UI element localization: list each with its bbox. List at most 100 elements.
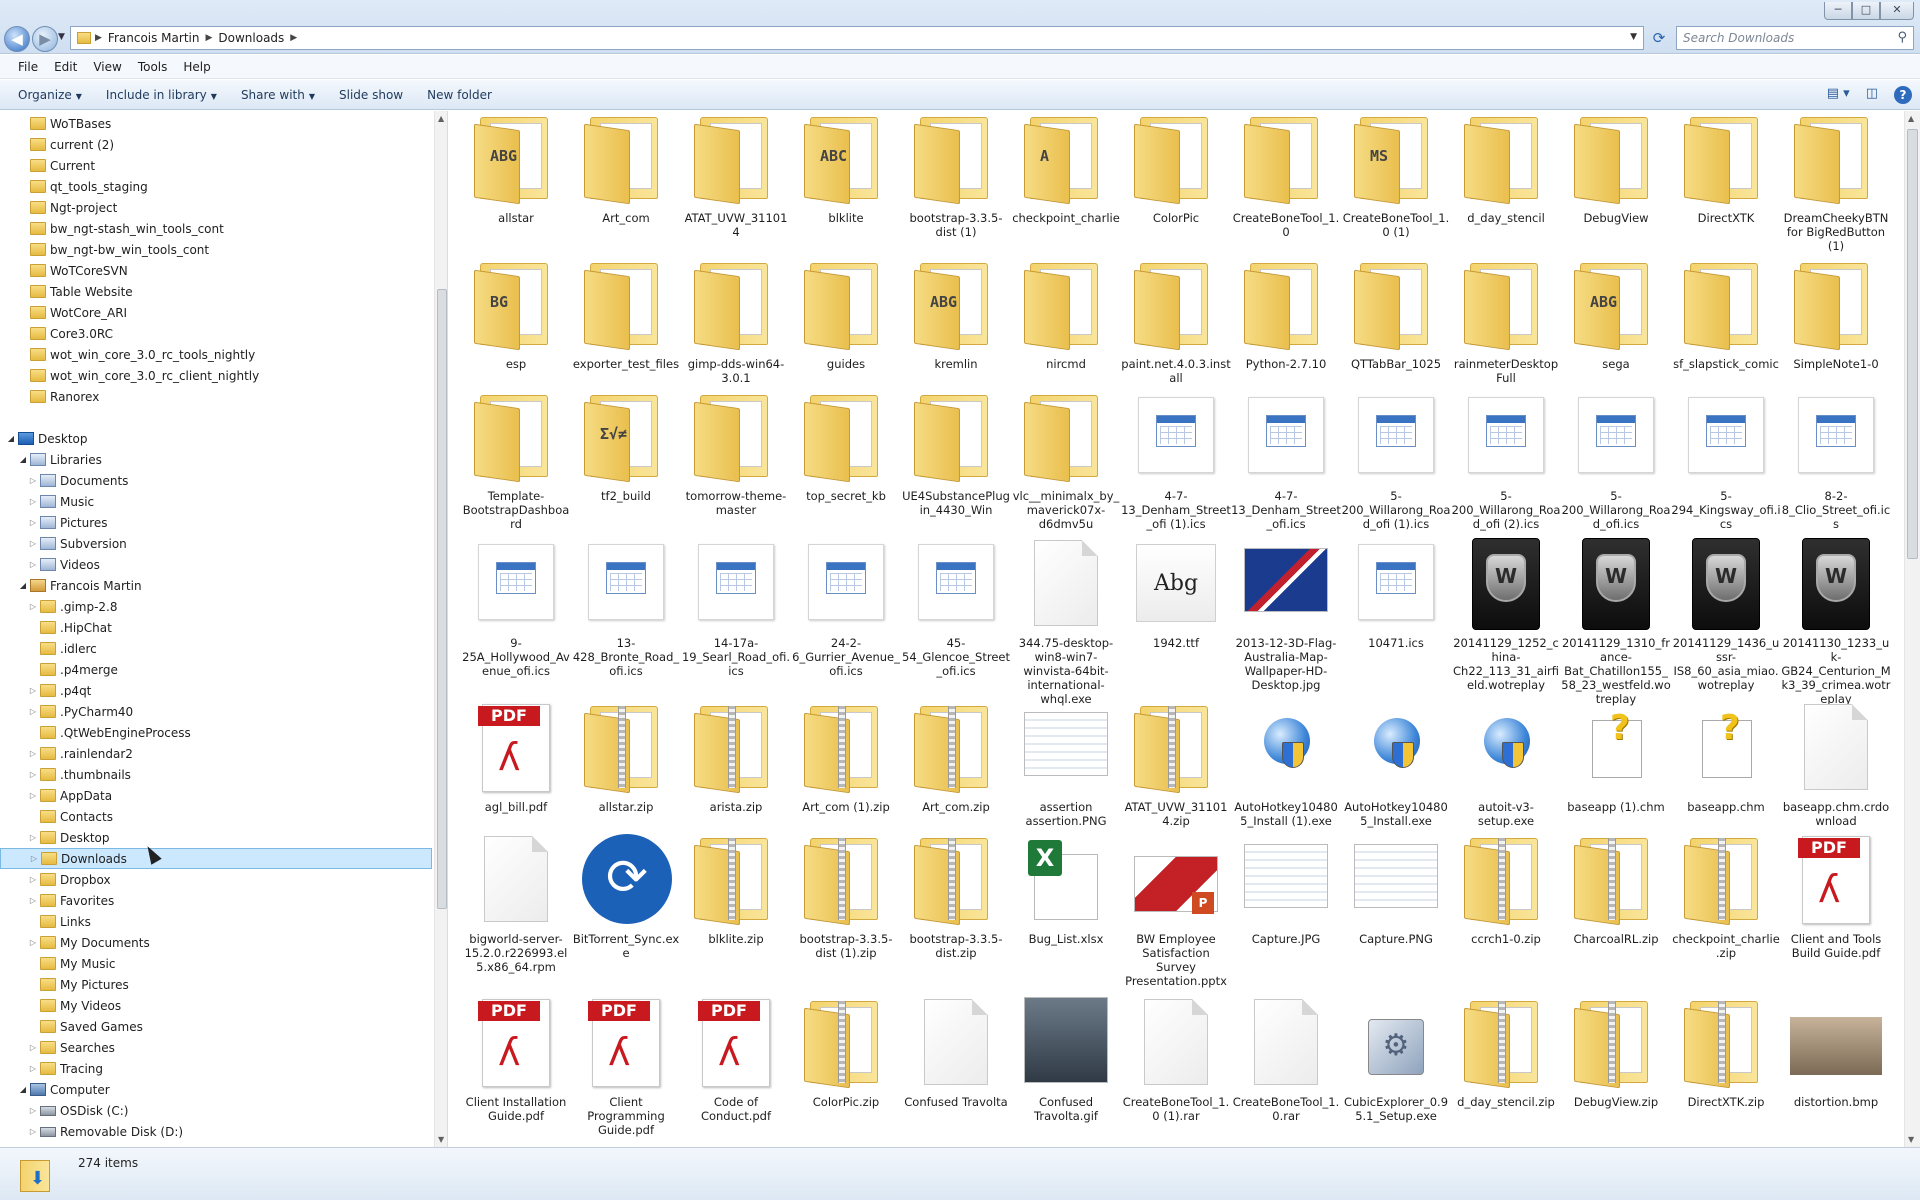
file-item[interactable]: 2013-12-3D-Flag-Australia-Map-Wallpaper-…: [1231, 538, 1341, 692]
expand-arrow-icon[interactable]: ▷: [28, 875, 38, 884]
share-with-button[interactable]: Share with ▼: [241, 88, 315, 102]
file-item[interactable]: MS CreateBoneTool_1.0 (1): [1341, 113, 1451, 239]
nav-item-qt-tools-staging[interactable]: qt_tools_staging: [0, 176, 432, 197]
file-item[interactable]: Python-2.7.10: [1231, 259, 1341, 371]
file-item[interactable]: ? baseapp (1).chm: [1561, 702, 1671, 814]
file-item[interactable]: Capture.PNG: [1341, 834, 1451, 946]
file-item[interactable]: P BW Employee Satisfaction Survey Present…: [1121, 834, 1231, 988]
file-item[interactable]: CreateBoneTool_1.0 (1).rar: [1121, 997, 1231, 1123]
nav-item-favorites[interactable]: ▷ Favorites: [0, 890, 432, 911]
maximize-button[interactable]: □: [1852, 2, 1880, 20]
nav-item-my-videos[interactable]: My Videos: [0, 995, 432, 1016]
search-input[interactable]: Search Downloads ⚲: [1676, 26, 1914, 50]
file-item[interactable]: UE4SubstancePlugin_4430_Win: [901, 391, 1011, 517]
nav-item-idlerc[interactable]: .idlerc: [0, 638, 432, 659]
file-item[interactable]: SimpleNote1-0: [1781, 259, 1891, 371]
file-item[interactable]: 5-200_Willarong_Road_ofi (2).ics: [1451, 391, 1561, 531]
file-item[interactable]: guides: [791, 259, 901, 371]
nav-item-music[interactable]: ▷ Music: [0, 491, 432, 512]
file-item[interactable]: ʎ PDF Client Installation Guide.pdf: [461, 997, 571, 1123]
file-item[interactable]: ʎ PDF Client Programming Guide.pdf: [571, 997, 681, 1137]
breadcrumb-separator-icon[interactable]: ▶: [290, 33, 297, 43]
file-item[interactable]: DirectXTK.zip: [1671, 997, 1781, 1109]
file-item[interactable]: 20141129_1252_china-Ch22_113_31_airfield…: [1451, 538, 1561, 692]
breadcrumb-separator-icon[interactable]: ▶: [205, 33, 212, 43]
file-item[interactable]: 14-17a-19_Searl_Road_ofi.ics: [681, 538, 791, 678]
expand-arrow-icon[interactable]: ▷: [28, 686, 38, 695]
nav-item-current[interactable]: Current: [0, 155, 432, 176]
menu-tools[interactable]: Tools: [138, 60, 168, 74]
file-item[interactable]: distortion.bmp: [1781, 997, 1891, 1109]
file-item[interactable]: DirectXTK: [1671, 113, 1781, 225]
expand-arrow-open-icon[interactable]: ◢: [18, 581, 28, 590]
include-in-library-button[interactable]: Include in library ▼: [106, 88, 217, 102]
slide-show-button[interactable]: Slide show: [339, 88, 403, 102]
nav-item-hipchat[interactable]: .HipChat: [0, 617, 432, 638]
file-item[interactable]: Acheckpoint_charlie: [1011, 113, 1121, 225]
scroll-up-icon[interactable]: ▲: [438, 114, 444, 123]
nav-scrollbar[interactable]: ▲ ▼: [434, 111, 447, 1147]
menu-help[interactable]: Help: [183, 60, 210, 74]
nav-item-current-2[interactable]: current (2): [0, 134, 432, 155]
breadcrumb-francois-martin[interactable]: Francois Martin: [108, 31, 200, 45]
file-item[interactable]: 9-25A_Hollywood_Avenue_ofi.ics: [461, 538, 571, 678]
content-scroll-thumb[interactable]: [1907, 129, 1918, 559]
expand-arrow-open-icon[interactable]: ◢: [18, 1085, 28, 1094]
file-item[interactable]: DebugView.zip: [1561, 997, 1671, 1109]
file-item[interactable]: Capture.JPG: [1231, 834, 1341, 946]
menu-view[interactable]: View: [93, 60, 121, 74]
file-item[interactable]: BitTorrent_Sync.exe: [571, 834, 681, 960]
scroll-down-icon[interactable]: ▼: [1908, 1135, 1914, 1144]
menu-file[interactable]: File: [18, 60, 38, 74]
file-item[interactable]: 5-294_Kingsway_ofi.ics: [1671, 391, 1781, 531]
file-item[interactable]: blklite.zip: [681, 834, 791, 946]
file-item[interactable]: bigworld-server-15.2.0.r226993.el5.x86_6…: [461, 834, 571, 974]
file-item[interactable]: d_day_stencil: [1451, 113, 1561, 225]
file-item[interactable]: allstar.zip: [571, 702, 681, 814]
expand-arrow-icon[interactable]: ▷: [28, 560, 38, 569]
nav-item-francois-martin[interactable]: ◢ Francois Martin: [0, 575, 432, 596]
file-item[interactable]: arista.zip: [681, 702, 791, 814]
file-item[interactable]: Template-BootstrapDashboard: [461, 391, 571, 531]
nav-item-computer[interactable]: ◢ Computer: [0, 1079, 432, 1100]
nav-item-documents[interactable]: ▷ Documents: [0, 470, 432, 491]
file-item[interactable]: vlc__minimalx_by_maverick07x-d6dmv5u: [1011, 391, 1121, 531]
forward-button[interactable]: ▶: [32, 26, 58, 52]
expand-arrow-icon[interactable]: ▷: [28, 938, 38, 947]
nav-item-subversion[interactable]: ▷ Subversion: [0, 533, 432, 554]
nav-item-links[interactable]: Links: [0, 911, 432, 932]
expand-arrow-icon[interactable]: ▷: [28, 1127, 38, 1136]
file-item[interactable]: autoit-v3-setup.exe: [1451, 702, 1561, 828]
file-item[interactable]: ColorPic: [1121, 113, 1231, 225]
file-item[interactable]: 4-7-13_Denham_Street_ofi.ics: [1231, 391, 1341, 531]
expand-arrow-icon[interactable]: ▷: [28, 539, 38, 548]
file-item[interactable]: 5-200_Willarong_Road_ofi.ics: [1561, 391, 1671, 531]
preview-pane-icon[interactable]: ◫: [1866, 86, 1878, 104]
file-item[interactable]: DreamCheekyBTN for BigRedButton (1): [1781, 113, 1891, 253]
file-item[interactable]: top_secret_kb: [791, 391, 901, 503]
file-item[interactable]: 45-54_Glencoe_Street_ofi.ics: [901, 538, 1011, 678]
file-item[interactable]: ccrch1-0.zip: [1451, 834, 1561, 946]
file-item[interactable]: DebugView: [1561, 113, 1671, 225]
nav-item-searches[interactable]: ▷ Searches: [0, 1037, 432, 1058]
scroll-up-icon[interactable]: ▲: [1908, 114, 1914, 123]
expand-arrow-icon[interactable]: ▷: [28, 476, 38, 485]
expand-arrow-icon[interactable]: ▷: [28, 518, 38, 527]
nav-item-p4merge[interactable]: .p4merge: [0, 659, 432, 680]
address-history-dropdown-icon[interactable]: ▼: [1630, 32, 1637, 42]
expand-arrow-icon[interactable]: ▷: [28, 602, 38, 611]
content-scrollbar[interactable]: ▲ ▼: [1904, 111, 1920, 1147]
file-item[interactable]: ? baseapp.chm: [1671, 702, 1781, 814]
nav-item-wotcoresvn[interactable]: WoTCoreSVN: [0, 260, 432, 281]
file-item[interactable]: ʎ PDF agl_bill.pdf: [461, 702, 571, 814]
file-item[interactable]: 344.75-desktop-win8-win7-winvista-64bit-…: [1011, 538, 1121, 706]
refresh-icon[interactable]: ⟳: [1648, 28, 1670, 48]
nav-item-bw-ngt-stash-win-tools-cont[interactable]: bw_ngt-stash_win_tools_cont: [0, 218, 432, 239]
nav-item-tracing[interactable]: ▷ Tracing: [0, 1058, 432, 1079]
expand-arrow-icon[interactable]: ▷: [28, 1043, 38, 1052]
nav-item-wot-win-core-3-0-rc-client-nightly[interactable]: wot_win_core_3.0_rc_client_nightly: [0, 365, 432, 386]
file-item[interactable]: bootstrap-3.3.5-dist (1): [901, 113, 1011, 239]
file-item[interactable]: 8-2-8_Clio_Street_ofi.ics: [1781, 391, 1891, 531]
nav-item-bw-ngt-bw-win-tools-cont[interactable]: bw_ngt-bw_win_tools_cont: [0, 239, 432, 260]
nav-item-ranorex[interactable]: Ranorex: [0, 386, 432, 407]
